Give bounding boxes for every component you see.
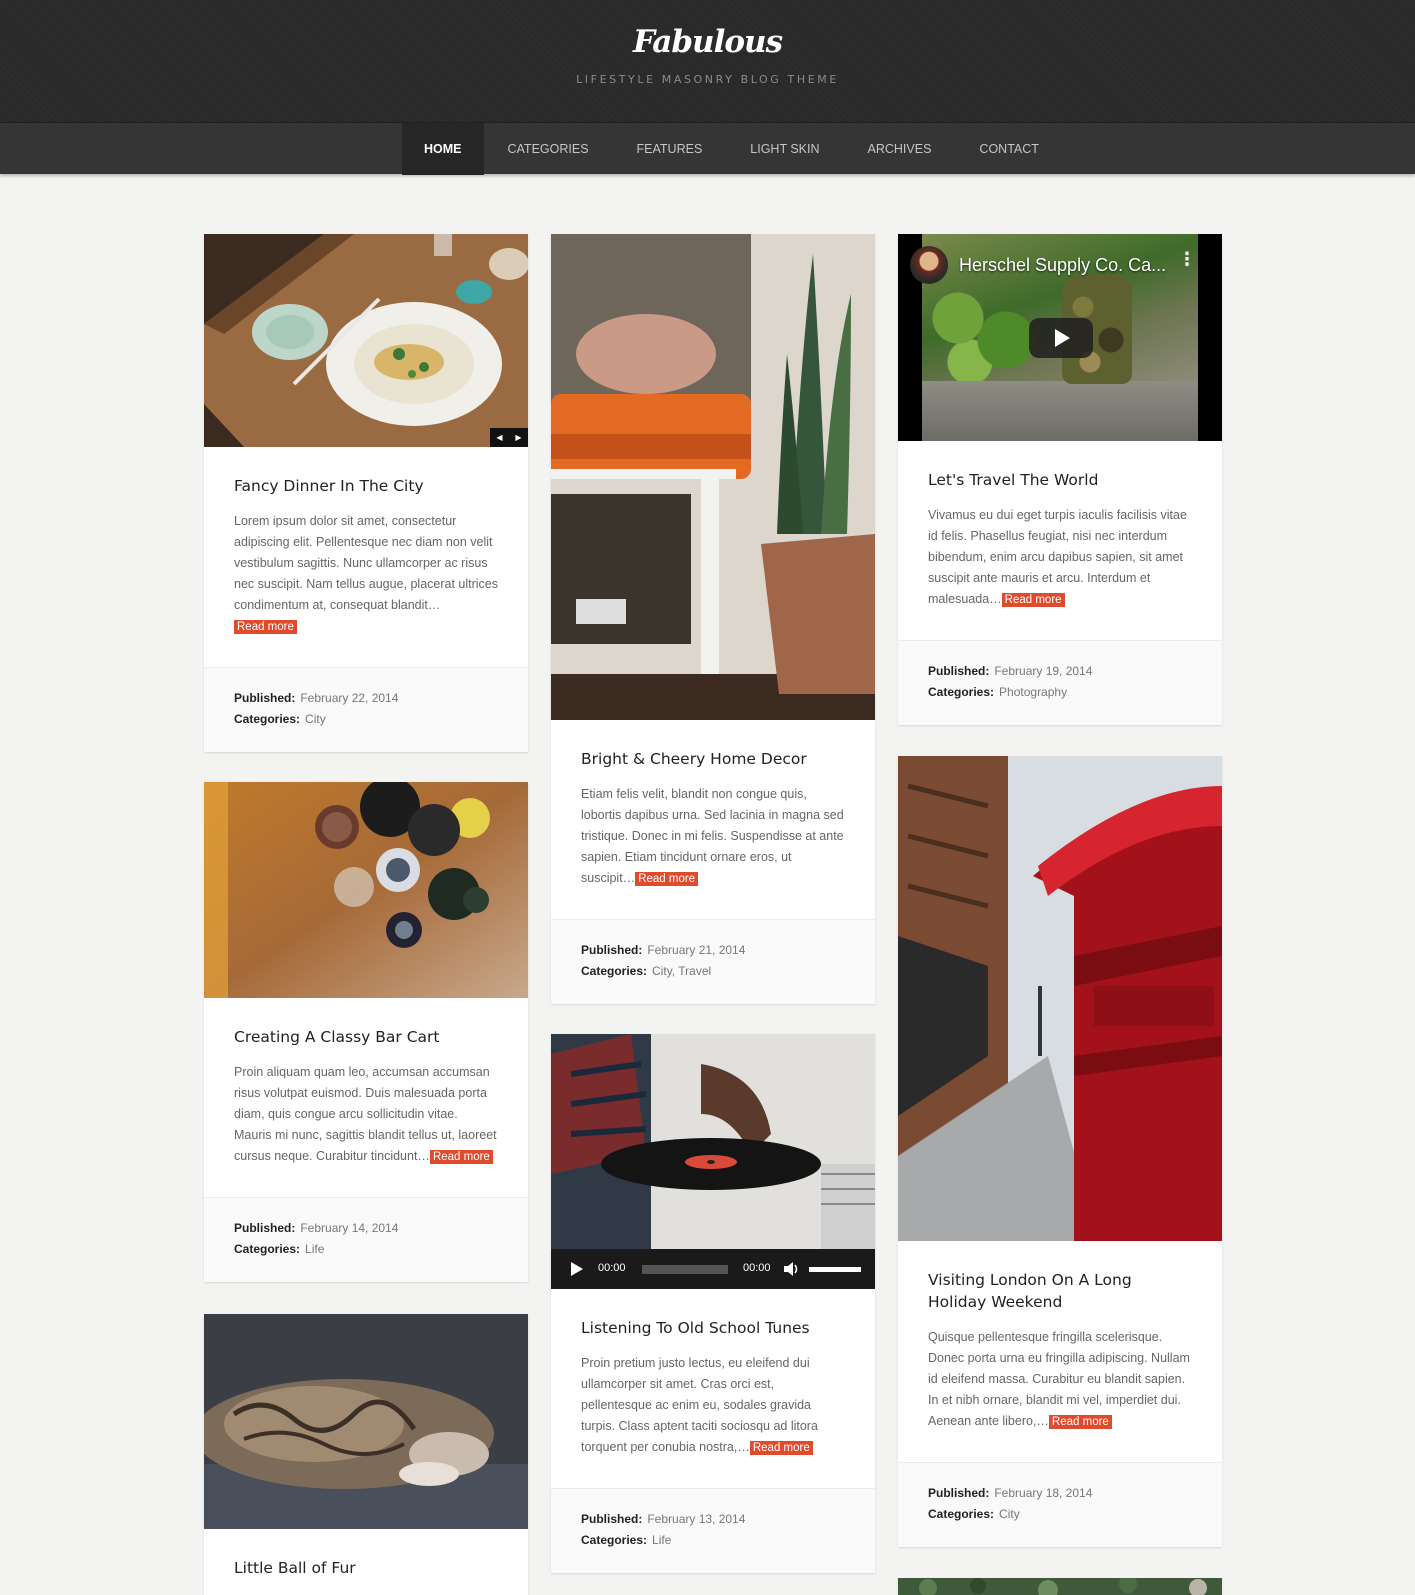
post-categories[interactable]: Photography [999,685,1067,699]
post-meta: Published: February 14, 2014 Categories: L… [204,1198,528,1282]
slider-controls: ◀ ▶ [490,428,528,447]
post-meta: Published: February 13, 2014 Categories: L… [551,1489,875,1573]
dinner-photo [204,234,528,447]
seek-bar[interactable] [642,1265,728,1274]
post-image[interactable] [204,1314,528,1529]
slider-next-icon[interactable]: ▶ [509,428,528,447]
post-meta: Published: February 21, 2014 Categories: C… [551,920,875,1004]
post-meta: Published: February 18, 2014 Categories: C… [898,1463,1222,1547]
post-excerpt: Quisque pellentesque fringilla scelerisq… [928,1330,1190,1429]
read-more-link[interactable]: Read more [749,1441,813,1455]
post-title[interactable]: Little Ball of Fur [234,1557,498,1579]
post-card: Little Ball of Fur [204,1314,528,1595]
site-tagline: LIFESTYLE MASONRY BLOG THEME [576,73,839,86]
post-title[interactable]: Creating A Classy Bar Cart [234,1026,498,1048]
post-categories[interactable]: Life [305,1242,324,1256]
post-date: February 21, 2014 [647,943,746,957]
main-nav: HOME CATEGORIES FEATURES LIGHT SKIN ARCH… [0,122,1415,175]
post-date: February 22, 2014 [300,691,399,705]
post-title[interactable]: Bright & Cheery Home Decor [581,748,845,770]
post-meta: Published: February 19, 2014 Categories: P… [898,641,1222,725]
video-player-bar: 00:00 00:00 [551,1249,875,1289]
post-title[interactable]: Fancy Dinner In The City [234,475,498,497]
post-video[interactable]: 00:00 00:00 [551,1034,875,1289]
nav-item-light-skin[interactable]: LIGHT SKIN [726,123,843,175]
youtube-embed[interactable]: Herschel Supply Co. Ca... ⋮ [898,234,1222,441]
nav-item-archives[interactable]: ARCHIVES [844,123,956,175]
read-more-link[interactable]: Read more [635,872,699,886]
post-card: Bright & Cheery Home Decor Etiam felis v… [551,234,875,1004]
read-more-link[interactable]: Read more [234,620,297,634]
post-video[interactable]: Herschel Supply Co. Ca... ⋮ [898,234,1222,441]
post-meta: Published: February 22, 2014 Categories: C… [204,668,528,752]
post-date: February 19, 2014 [994,664,1093,678]
more-options-icon[interactable]: ⋮ [1178,250,1196,268]
post-date: February 18, 2014 [994,1486,1093,1500]
slider-prev-icon[interactable]: ◀ [490,428,509,447]
post-image[interactable] [551,234,875,720]
read-more-link[interactable]: Read more [1001,593,1065,607]
video-title[interactable]: Herschel Supply Co. Ca... [959,255,1166,276]
post-title[interactable]: Listening To Old School Tunes [581,1317,845,1339]
post-excerpt: Vivamus eu dui eget turpis iaculis facil… [928,508,1187,607]
post-card: ◀ ▶ Fancy Dinner In The City Lorem ipsum… [204,234,528,752]
current-time: 00:00 [598,1262,626,1274]
post-image[interactable]: ◀ ▶ [204,234,528,447]
play-button[interactable] [1029,318,1093,358]
volume-icon[interactable] [783,1261,801,1277]
post-card: 00:00 00:00 Listening To Old School Tune… [551,1034,875,1573]
post-categories[interactable]: City [999,1507,1020,1521]
post-title[interactable]: Visiting London On A Long Holiday Weeken… [928,1269,1192,1313]
nav-item-features[interactable]: FEATURES [613,123,727,175]
london-postbox-photo [898,756,1222,1241]
post-card: Visiting London On A Long Holiday Weeken… [898,756,1222,1547]
post-date: February 14, 2014 [300,1221,399,1235]
post-image[interactable] [898,1578,1222,1595]
post-excerpt: Proin pretium justo lectus, eu eleifend … [581,1356,818,1455]
read-more-link[interactable]: Read more [429,1150,493,1164]
post-image[interactable] [204,782,528,998]
volume-slider[interactable] [809,1267,861,1272]
post-image[interactable] [898,756,1222,1241]
cat-photo [204,1314,528,1529]
post-card: Herschel Supply Co. Ca... ⋮ Let's Travel… [898,234,1222,725]
nav-item-contact[interactable]: CONTACT [955,123,1063,175]
nav-item-home[interactable]: HOME [402,123,484,175]
post-title[interactable]: Let's Travel The World [928,469,1192,491]
foliage-photo [898,1578,1222,1595]
nav-item-categories[interactable]: CATEGORIES [484,123,613,175]
site-header: Fabulous LIFESTYLE MASONRY BLOG THEME [0,0,1415,122]
post-excerpt: Proin aliquam quam leo, accumsan accumsa… [234,1065,497,1164]
site-logo[interactable]: Fabulous [0,24,1415,60]
post-categories[interactable]: City, Travel [652,964,711,978]
post-card [898,1578,1222,1595]
post-card: Creating A Classy Bar Cart Proin aliquam… [204,782,528,1282]
bar-cart-photo [204,782,528,998]
read-more-link[interactable]: Read more [1048,1415,1112,1429]
play-icon[interactable] [571,1262,583,1276]
channel-avatar[interactable] [910,246,948,284]
duration: 00:00 [743,1262,771,1274]
post-excerpt: Lorem ipsum dolor sit amet, consectetur … [234,514,499,634]
post-categories[interactable]: Life [652,1533,671,1547]
post-excerpt: Etiam felis velit, blandit non congue qu… [581,787,844,886]
post-date: February 13, 2014 [647,1512,746,1526]
home-decor-photo [551,234,875,720]
post-categories[interactable]: City [305,712,326,726]
